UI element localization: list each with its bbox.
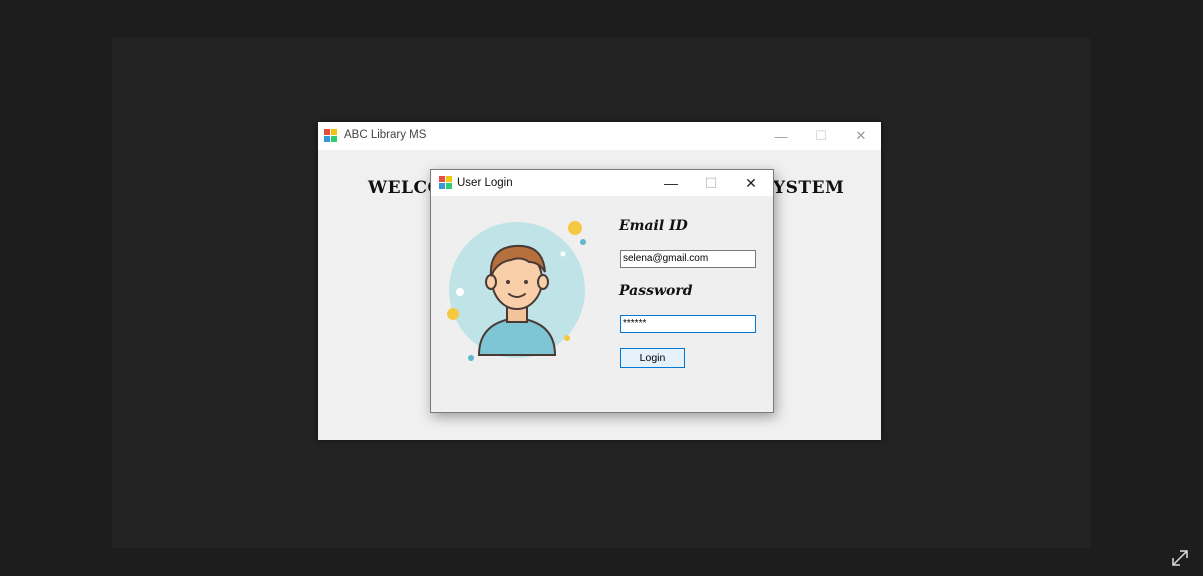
email-input[interactable]: selena@gmail.com [620,250,756,268]
login-button[interactable]: Login [620,348,685,368]
password-input[interactable]: ****** [620,315,756,333]
dialog-minimize-button[interactable]: — [653,170,689,196]
welcome-heading-right: YSTEM [773,178,845,198]
app-icon [324,129,338,143]
main-minimize-button[interactable]: — [763,122,799,150]
dialog-titlebar[interactable]: User Login — ☐ ✕ [431,170,773,196]
dialog-title: User Login [457,177,513,189]
email-label: Email ID [619,218,688,234]
main-close-button[interactable]: ✕ [843,122,879,150]
login-dialog: User Login — ☐ ✕ Email ID selena@gmail.c… [430,169,774,413]
password-label: Password [619,283,693,299]
expand-icon[interactable] [1170,548,1190,568]
dialog-close-button[interactable]: ✕ [733,170,769,196]
dialog-app-icon [439,176,453,190]
main-window-title: ABC Library MS [344,129,427,141]
avatar-illustration [447,221,586,361]
main-maximize-button[interactable]: ☐ [803,122,839,150]
dialog-maximize-button: ☐ [704,174,718,191]
main-titlebar[interactable]: ABC Library MS — ☐ ✕ [318,122,881,150]
